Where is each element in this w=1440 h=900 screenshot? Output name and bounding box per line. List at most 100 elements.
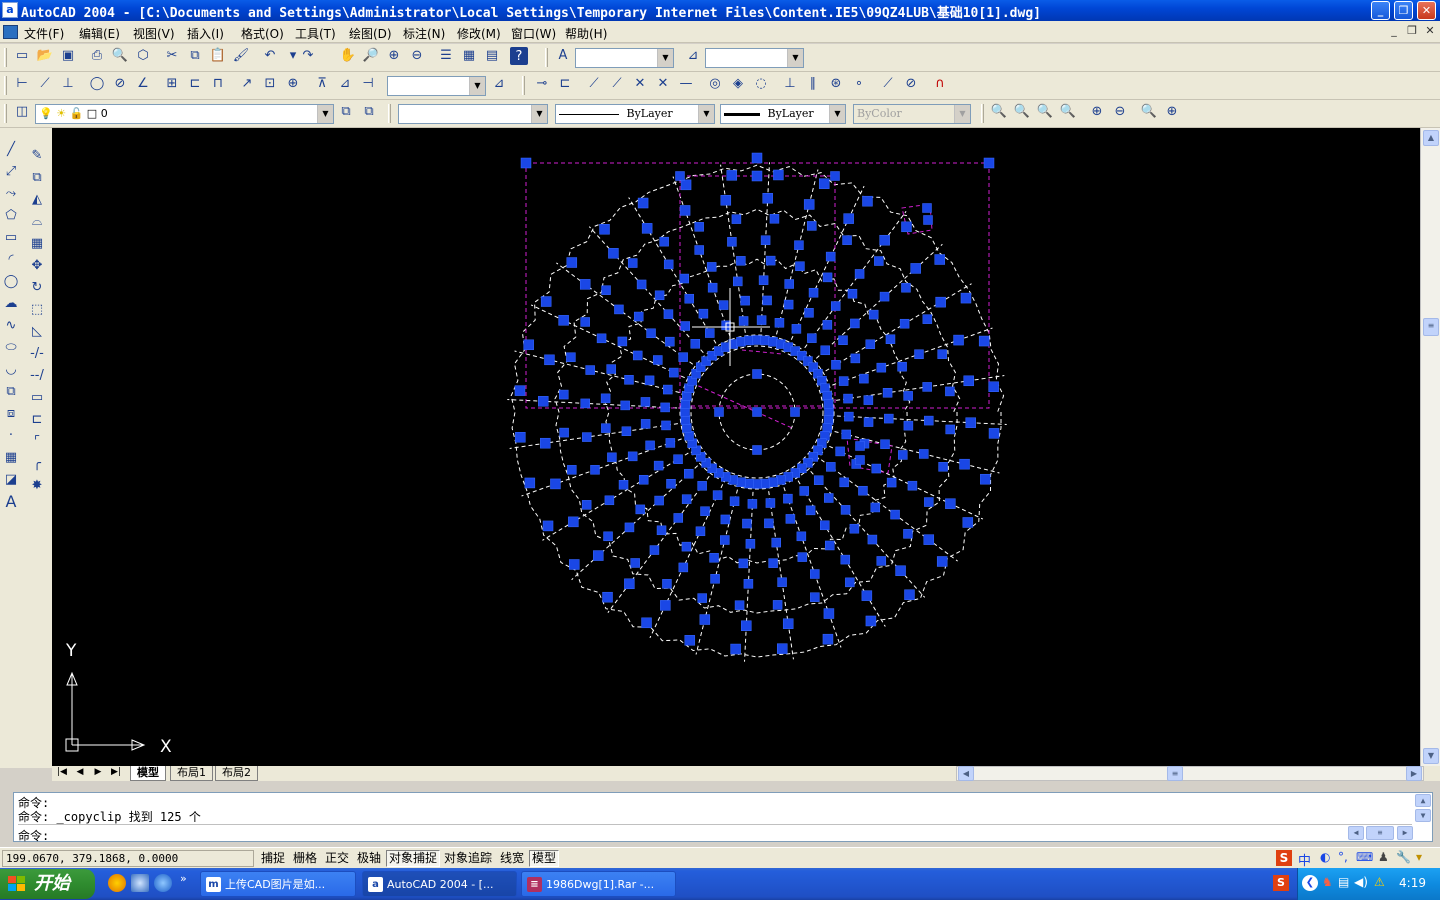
layer-manager-icon[interactable]: ◫ [11, 100, 33, 122]
radius-dim-icon[interactable]: ◯ [86, 72, 108, 94]
redo-icon[interactable]: ↷ [297, 44, 319, 66]
grip-marker[interactable] [867, 534, 878, 545]
lineweight-select[interactable]: ByLayer ▼ [720, 104, 846, 124]
grip-marker[interactable] [807, 221, 817, 231]
grip-marker[interactable] [810, 592, 820, 602]
baseline-dim-icon[interactable]: ⊏ [184, 72, 206, 94]
grip-marker[interactable] [824, 540, 835, 551]
command-scroll-right[interactable]: ▶ [1397, 826, 1413, 840]
grip-marker[interactable] [743, 579, 754, 589]
grip-marker[interactable] [747, 499, 758, 509]
autocad-app-icon[interactable]: a [2, 2, 18, 18]
grip-marker[interactable] [805, 505, 816, 516]
grip-marker[interactable] [752, 369, 762, 379]
grip-marker[interactable] [822, 391, 832, 401]
grip-marker[interactable] [559, 427, 569, 438]
grip-marker[interactable] [660, 600, 671, 611]
menu-window[interactable]: 窗口(W) [511, 25, 556, 42]
osnap-toggle[interactable]: 对象捕捉 [386, 850, 441, 867]
grip-marker[interactable] [663, 259, 674, 270]
command-prompt[interactable]: 命令: [18, 827, 49, 844]
grip-marker[interactable] [621, 426, 632, 436]
grip-marker[interactable] [822, 633, 834, 645]
grip-marker[interactable] [653, 460, 664, 471]
grip-marker[interactable] [662, 579, 672, 589]
osnap-node-icon[interactable]: ∘ [848, 72, 870, 94]
design-center-icon[interactable]: ▦ [458, 44, 480, 66]
quick-dim-icon[interactable]: ⊞ [161, 72, 183, 94]
grip-marker[interactable] [824, 407, 834, 417]
menu-help[interactable]: 帮助(H) [565, 25, 607, 42]
grip-marker[interactable] [680, 407, 690, 417]
grip-marker[interactable] [838, 335, 848, 345]
grip-marker[interactable] [694, 245, 704, 255]
grip-marker[interactable] [617, 336, 628, 347]
grip-marker[interactable] [731, 214, 742, 224]
cut-icon[interactable]: ✂ [161, 44, 183, 66]
grip-marker[interactable] [803, 199, 815, 210]
grip-marker[interactable] [936, 556, 948, 567]
grip-marker[interactable] [741, 620, 752, 631]
linear-dim-icon[interactable]: ⊢ [11, 72, 33, 94]
grip-marker[interactable] [607, 452, 617, 463]
grip-marker[interactable] [876, 362, 887, 373]
grip-marker[interactable] [604, 495, 615, 506]
grip-marker[interactable] [880, 439, 890, 449]
ellipse-arc-icon[interactable]: ◡ [0, 358, 22, 380]
grip-marker[interactable] [854, 269, 865, 279]
grip-marker[interactable] [865, 339, 876, 349]
spline-icon[interactable]: ∿ [0, 314, 22, 336]
grip-marker[interactable] [758, 275, 769, 285]
chamfer-icon[interactable]: ⌜ [26, 430, 48, 452]
grip-marker[interactable] [601, 285, 611, 295]
scroll-left-button[interactable]: ◀ [958, 766, 974, 781]
grip-marker[interactable] [988, 381, 999, 392]
grip-marker[interactable] [830, 171, 840, 181]
save-icon[interactable]: ▣ [57, 44, 79, 66]
osnap-extension-icon[interactable]: — [675, 72, 697, 94]
grip-marker[interactable] [624, 375, 634, 385]
grip-marker[interactable] [582, 432, 592, 442]
ime-skin-icon[interactable]: ♟ [1378, 850, 1389, 864]
sogou-tray-icon[interactable]: S [1273, 875, 1289, 891]
zoom-center-icon[interactable]: 🔍 [1057, 100, 1079, 122]
grip-marker[interactable] [756, 315, 767, 325]
publish-icon[interactable]: ⬡ [132, 44, 154, 66]
copy-icon[interactable]: ⧉ [184, 44, 206, 66]
grip-marker[interactable] [978, 335, 990, 347]
menu-insert[interactable]: 插入(I) [187, 25, 224, 42]
grip-marker[interactable] [772, 600, 783, 610]
grip-marker[interactable] [720, 514, 731, 525]
grip-marker[interactable] [718, 300, 729, 310]
grip-marker[interactable] [590, 465, 600, 475]
ime-tools-icon[interactable]: 🔧 [1396, 850, 1411, 864]
grip-marker[interactable] [876, 556, 887, 566]
grip-marker[interactable] [914, 349, 924, 359]
grip-marker[interactable] [922, 314, 933, 324]
grip-marker[interactable] [673, 454, 683, 464]
grip-marker[interactable] [840, 554, 851, 565]
grip-marker[interactable] [656, 525, 667, 536]
undo-icon[interactable]: ↶ [259, 44, 281, 66]
match-properties-icon[interactable]: 🖌 [230, 44, 252, 66]
grip-marker[interactable] [907, 480, 918, 491]
quicklaunch-ie-icon[interactable] [108, 874, 126, 892]
grip-marker[interactable] [673, 513, 684, 523]
grip-marker[interactable] [796, 531, 807, 542]
grip-marker[interactable] [822, 320, 833, 330]
osnap-settings-icon[interactable]: ∩ [929, 72, 951, 94]
grip-marker[interactable] [820, 345, 830, 356]
grip-marker[interactable] [843, 393, 853, 404]
grip-marker[interactable] [842, 235, 852, 245]
grip-marker[interactable] [895, 565, 906, 576]
grip-marker[interactable] [627, 258, 638, 268]
grip-marker[interactable] [839, 477, 849, 488]
grip-marker[interactable] [774, 318, 785, 328]
osnap-parallel-icon[interactable]: ∥ [802, 72, 824, 94]
color-select[interactable]: ▼ [398, 104, 548, 124]
grip-marker[interactable] [910, 263, 921, 274]
grip-marker[interactable] [706, 262, 717, 272]
open-icon[interactable]: 📂 [34, 44, 56, 66]
grip-marker[interactable] [983, 157, 995, 169]
grip-marker[interactable] [694, 222, 704, 232]
